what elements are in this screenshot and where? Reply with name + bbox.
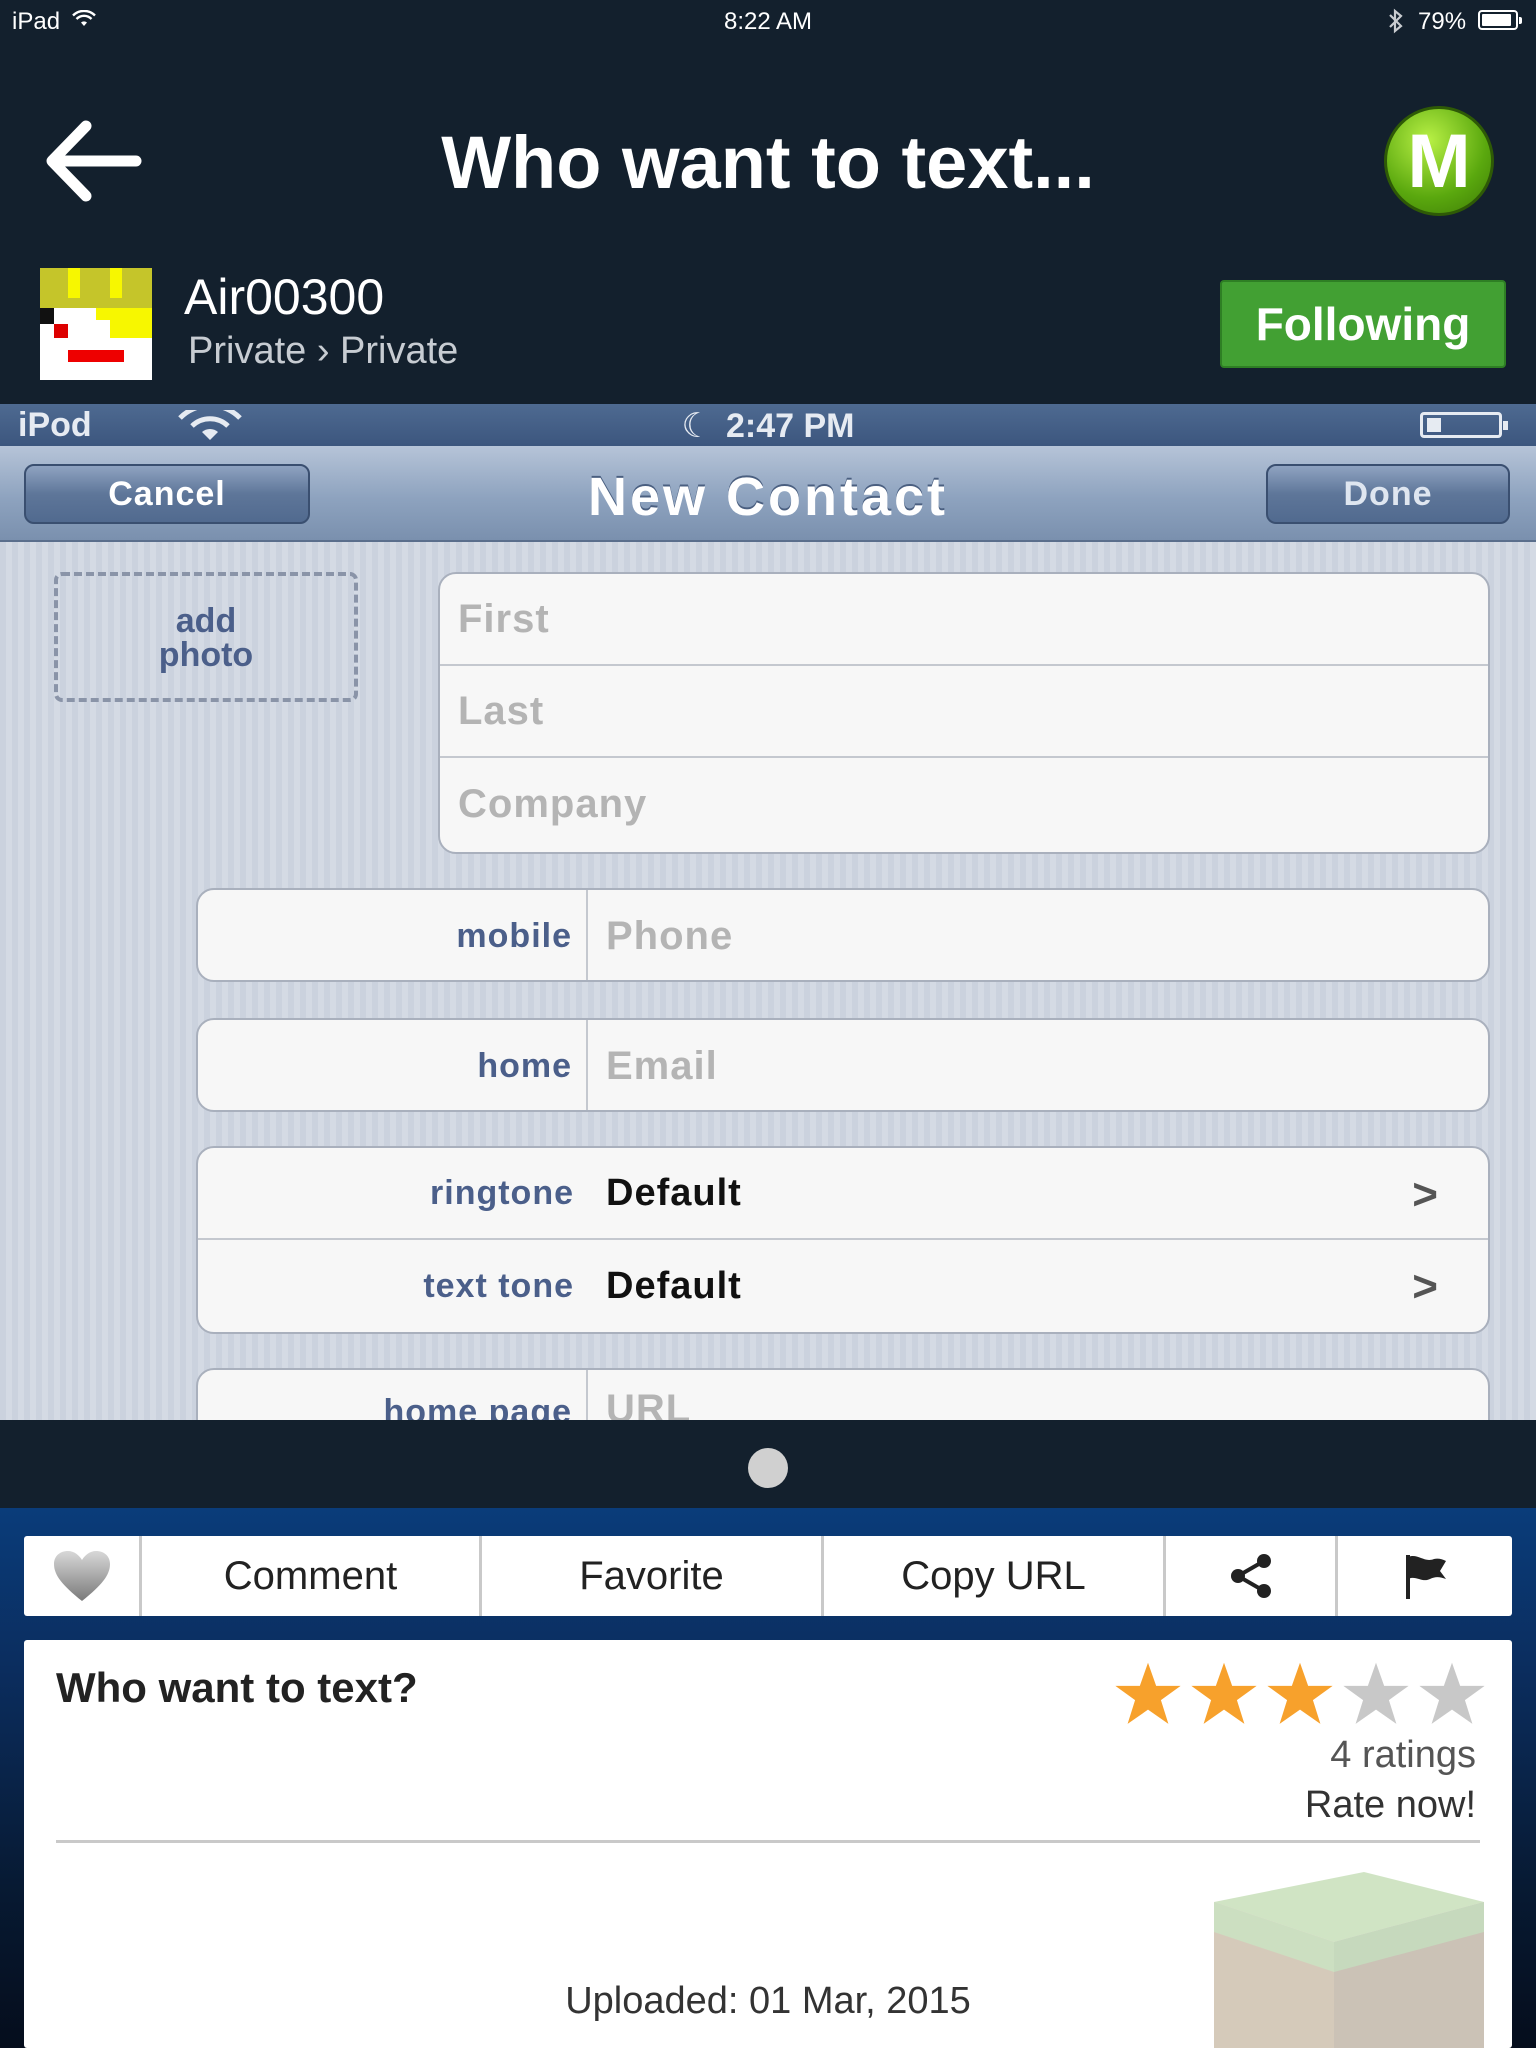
page-indicator-dot[interactable] xyxy=(748,1448,788,1488)
embedded-battery-icon xyxy=(1420,412,1508,438)
like-button[interactable] xyxy=(24,1536,142,1616)
post-details-card: Who want to text? 4 ratings Rate now! Up… xyxy=(24,1640,1512,2048)
status-bar: iPad 8:22 AM 79% xyxy=(0,0,1536,42)
chevron-right-icon: > xyxy=(1412,1262,1438,1311)
user-subtitle: Private › Private xyxy=(188,330,459,372)
following-button[interactable]: Following xyxy=(1220,280,1506,368)
homepage-placeholder: URL xyxy=(606,1387,692,1420)
text-tone-row: text tone Default > xyxy=(198,1240,1488,1332)
upload-date: Uploaded: 01 Mar, 2015 xyxy=(565,1980,971,2022)
ratings-count: 4 ratings xyxy=(1330,1734,1476,1776)
phone-group: mobile Phone xyxy=(196,888,1490,982)
text-tone-value: Default xyxy=(606,1264,742,1307)
comment-button[interactable]: Comment xyxy=(142,1536,482,1616)
star-filled-icon[interactable] xyxy=(1114,1660,1182,1728)
email-row: home Email xyxy=(198,1020,1488,1110)
favorite-button[interactable]: Favorite xyxy=(482,1536,824,1616)
username[interactable]: Air00300 xyxy=(184,268,384,326)
app-logo[interactable]: M xyxy=(1384,106,1494,216)
battery-percent: 79% xyxy=(1418,8,1467,35)
post-title: Who want to text? xyxy=(56,1664,418,1711)
heart-icon xyxy=(53,1551,110,1601)
email-label: home xyxy=(198,1020,588,1110)
page-title: Who want to text... xyxy=(441,121,1095,204)
homepage-group: home page URL xyxy=(196,1368,1490,1420)
rating-stars[interactable] xyxy=(1114,1660,1494,1730)
share-icon xyxy=(1230,1554,1271,1598)
ringtone-row: ringtone Default > xyxy=(198,1148,1488,1240)
embedded-status-bar: iPod ☾ 2:47 PM xyxy=(0,404,1536,446)
first-field: First xyxy=(440,574,1488,666)
chevron-right-icon: > xyxy=(1412,1170,1438,1219)
add-photo-line-2: photo xyxy=(158,636,254,674)
email-group: home Email xyxy=(196,1018,1490,1112)
moon-icon: ☾ xyxy=(681,407,712,445)
last-field: Last xyxy=(440,666,1488,758)
tones-group: ringtone Default > text tone Default > xyxy=(196,1146,1490,1334)
bluetooth-icon xyxy=(1389,8,1403,34)
battery-icon xyxy=(1478,10,1522,30)
star-empty-icon[interactable] xyxy=(1342,1660,1410,1728)
rate-now-link[interactable]: Rate now! xyxy=(1305,1784,1476,1827)
action-toolbar: Comment Favorite Copy URL xyxy=(24,1536,1512,1616)
homepage-row: home page URL xyxy=(198,1370,1488,1420)
add-photo-line-1: add xyxy=(175,602,237,640)
done-button: Done xyxy=(1266,464,1510,524)
name-fields-group: First Last Company xyxy=(438,572,1490,854)
ringtone-label: ringtone xyxy=(430,1173,574,1212)
company-placeholder: Company xyxy=(458,781,648,826)
ringtone-value: Default xyxy=(606,1171,742,1214)
embedded-navbar: Cancel New Contact Done xyxy=(0,446,1536,542)
share-button[interactable] xyxy=(1166,1536,1338,1616)
copy-url-button[interactable]: Copy URL xyxy=(824,1536,1166,1616)
company-field: Company xyxy=(440,758,1488,850)
star-filled-icon[interactable] xyxy=(1266,1660,1334,1728)
divider xyxy=(56,1840,1480,1843)
clock: 8:22 AM xyxy=(723,8,813,35)
post-image[interactable]: iPod ☾ 2:47 PM Cancel New Contact Done ad… xyxy=(0,404,1536,1420)
avatar[interactable] xyxy=(40,268,152,380)
star-filled-icon[interactable] xyxy=(1190,1660,1258,1728)
star-empty-icon[interactable] xyxy=(1418,1660,1486,1728)
first-placeholder: First xyxy=(458,596,550,641)
last-placeholder: Last xyxy=(458,688,545,733)
embedded-time: ☾ 2:47 PM xyxy=(0,406,1536,446)
logo-letter: M xyxy=(1407,118,1471,204)
phone-row: mobile Phone xyxy=(198,890,1488,980)
phone-label: mobile xyxy=(198,890,588,980)
add-photo-placeholder: add photo xyxy=(54,572,358,702)
embedded-time-text: 2:47 PM xyxy=(725,407,855,445)
flag-icon xyxy=(1406,1555,1446,1599)
text-tone-label: text tone xyxy=(423,1266,574,1305)
email-placeholder: Email xyxy=(606,1043,718,1088)
homepage-label: home page xyxy=(198,1370,588,1420)
phone-placeholder: Phone xyxy=(606,913,734,958)
report-button[interactable] xyxy=(1338,1536,1512,1616)
